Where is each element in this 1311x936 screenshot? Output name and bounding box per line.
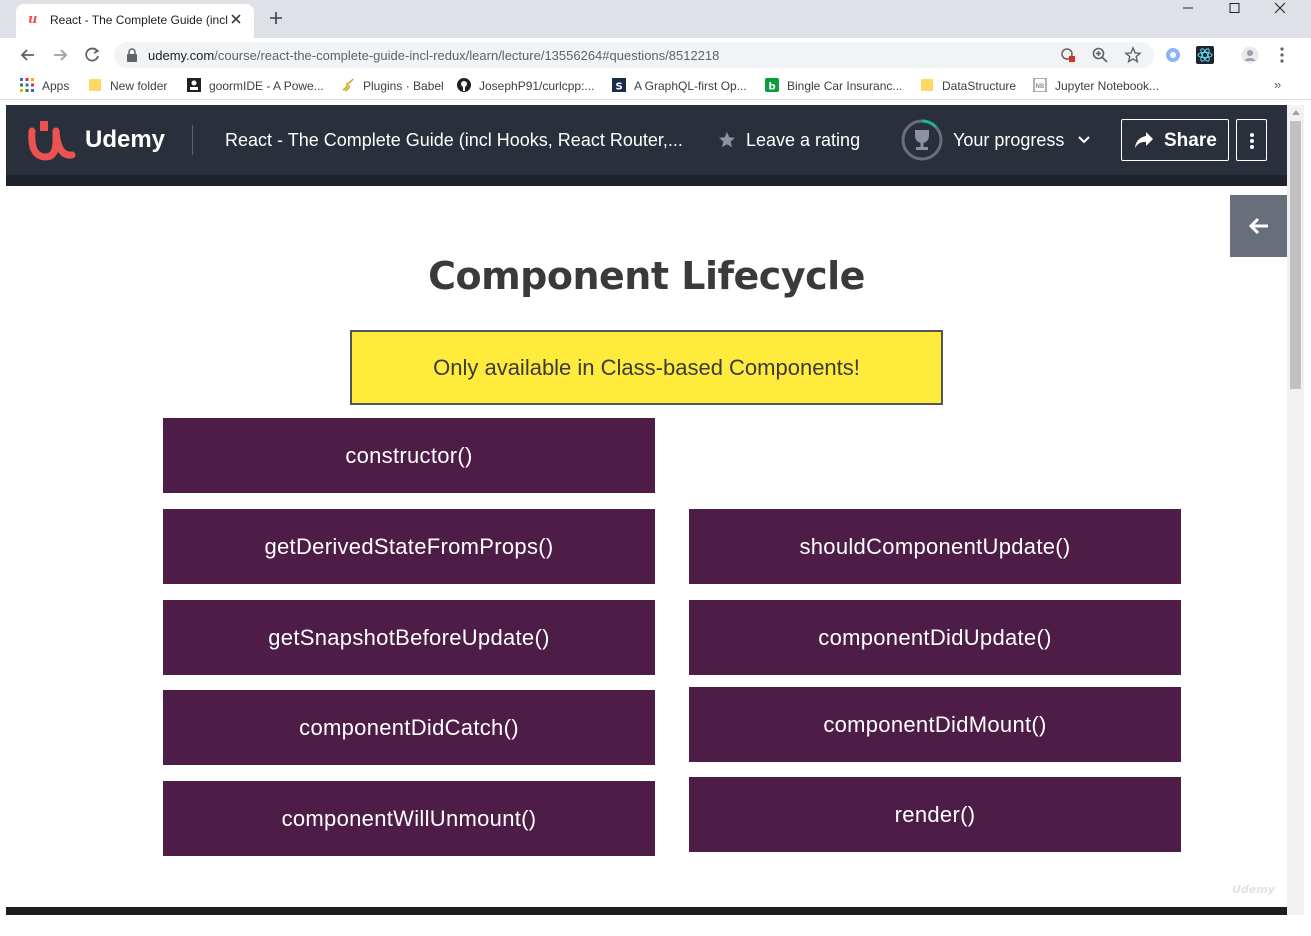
bookmark-jupyter[interactable]: NB Jupyter Notebook... <box>1033 78 1159 96</box>
udemy-header: Udemy React - The Complete Guide (incl H… <box>6 105 1287 175</box>
bookmark-star-icon[interactable] <box>1124 46 1142 64</box>
bookmark-label: Apps <box>42 79 70 93</box>
sidebar-toggle-button[interactable] <box>1230 195 1288 257</box>
arrow-left-icon <box>1248 217 1268 235</box>
close-window-icon[interactable] <box>1257 0 1303 30</box>
bookmark-label: Plugins · Babel <box>363 79 444 93</box>
trophy-progress-icon[interactable] <box>900 118 944 162</box>
bookmarks-bar: Apps New folder goormIDE - A Powe... Plu… <box>0 72 1311 100</box>
bookmark-label: Jupyter Notebook... <box>1055 79 1160 93</box>
udemy-logo-icon[interactable] <box>26 117 80 163</box>
bookmark-babel[interactable]: Plugins · Babel <box>341 78 444 96</box>
profile-avatar-icon[interactable] <box>1241 46 1259 64</box>
svg-text:NB: NB <box>1036 83 1045 90</box>
browser-toolbar: udemy.com/course/react-the-complete-guid… <box>0 38 1311 72</box>
udemy-favicon-icon: u <box>28 12 38 27</box>
lifecycle-method-box: componentDidUpdate() <box>689 600 1181 675</box>
bookmark-label: New folder <box>110 79 168 93</box>
extension-icon[interactable] <box>1164 46 1182 64</box>
bookmark-github[interactable]: JosephP91/curlcpp:... <box>457 78 594 96</box>
share-button[interactable]: Share <box>1121 119 1229 161</box>
bookmark-goormide[interactable]: goormIDE - A Powe... <box>187 78 324 96</box>
url-text: udemy.com/course/react-the-complete-guid… <box>148 48 719 63</box>
bookmarks-overflow-icon[interactable]: » <box>1274 77 1281 92</box>
udemy-watermark: Udemy <box>1232 883 1275 896</box>
header-bottom-strip <box>6 175 1287 186</box>
goorm-icon <box>187 78 201 92</box>
bookmark-new-folder[interactable]: New folder <box>88 78 167 96</box>
class-only-callout: Only available in Class-based Components… <box>350 330 943 405</box>
kebab-menu-icon <box>1250 133 1254 149</box>
close-tab-icon[interactable] <box>228 11 244 27</box>
prisma-icon: S <box>612 78 626 92</box>
zoom-icon[interactable] <box>1091 46 1109 64</box>
lifecycle-method-box: componentDidCatch() <box>163 690 655 765</box>
leave-rating-button[interactable]: Leave a rating <box>746 130 860 151</box>
babel-icon <box>342 78 354 92</box>
blocked-popup-icon[interactable] <box>1059 46 1077 64</box>
svg-text:b: b <box>769 82 776 93</box>
lecture-slide[interactable]: Component Lifecycle Only available in Cl… <box>6 186 1288 907</box>
folder-icon <box>921 79 933 91</box>
url-host: udemy.com <box>148 48 215 63</box>
lifecycle-method-box: shouldComponentUpdate() <box>689 509 1181 584</box>
apps-grid-icon <box>20 78 34 92</box>
course-title[interactable]: React - The Complete Guide (incl Hooks, … <box>225 130 683 151</box>
more-options-button[interactable] <box>1236 119 1267 161</box>
page-scrollbar[interactable] <box>1287 105 1304 915</box>
forward-arrow-icon[interactable] <box>49 44 71 66</box>
lifecycle-method-box: getDerivedStateFromProps() <box>163 509 655 584</box>
browser-tab-active[interactable]: u React - The Complete Guide (incl <box>16 4 254 38</box>
folder-icon <box>89 79 101 91</box>
maximize-window-icon[interactable] <box>1211 0 1257 30</box>
bookmark-bingle[interactable]: b Bingle Car Insuranc... <box>765 78 902 96</box>
udemy-logo-text[interactable]: Udemy <box>85 126 165 154</box>
chrome-menu-icon[interactable] <box>1273 46 1291 64</box>
chevron-down-icon[interactable] <box>1077 133 1091 147</box>
tab-strip: u React - The Complete Guide (incl <box>0 0 1311 38</box>
new-tab-icon[interactable] <box>266 8 286 28</box>
lifecycle-method-box: render() <box>689 777 1181 852</box>
bookmark-label: goormIDE - A Powe... <box>209 79 324 93</box>
url-path: /course/react-the-complete-guide-incl-re… <box>214 48 720 63</box>
bookmark-apps[interactable]: Apps <box>20 78 69 96</box>
github-icon <box>457 78 471 92</box>
star-icon[interactable] <box>718 131 736 149</box>
scrollbar-thumb[interactable] <box>1290 121 1301 389</box>
jupyter-icon: NB <box>1033 78 1047 92</box>
bookmark-label: Bingle Car Insuranc... <box>787 79 903 93</box>
bookmark-datastructure[interactable]: DataStructure <box>920 78 1016 96</box>
bookmark-label: JosephP91/curlcpp:... <box>479 79 595 93</box>
lifecycle-method-box: constructor() <box>163 418 655 493</box>
your-progress-button[interactable]: Your progress <box>953 130 1064 151</box>
share-arrow-icon <box>1135 132 1153 148</box>
bingle-icon: b <box>765 78 779 92</box>
bookmark-graphql[interactable]: S A GraphQL-first Op... <box>612 78 747 96</box>
lifecycle-method-box: getSnapshotBeforeUpdate() <box>163 600 655 675</box>
bookmark-label: A GraphQL-first Op... <box>634 79 747 93</box>
page-footer-gap <box>0 915 1311 936</box>
lock-icon[interactable] <box>126 48 138 62</box>
scroll-up-icon[interactable] <box>1292 110 1300 115</box>
react-devtools-icon[interactable] <box>1196 46 1214 64</box>
share-label: Share <box>1164 130 1217 151</box>
tab-title: React - The Complete Guide (incl <box>50 13 228 27</box>
minimize-window-icon[interactable] <box>1165 0 1211 30</box>
lifecycle-method-box: componentWillUnmount() <box>163 781 655 856</box>
slide-title: Component Lifecycle <box>428 254 865 298</box>
svg-text:S: S <box>616 82 623 93</box>
bookmark-label: DataStructure <box>942 79 1017 93</box>
address-bar[interactable]: udemy.com/course/react-the-complete-guid… <box>114 42 1154 68</box>
video-controls-bar[interactable] <box>6 907 1287 915</box>
back-arrow-icon[interactable] <box>17 44 39 66</box>
header-divider <box>192 125 193 155</box>
reload-icon[interactable] <box>81 44 103 66</box>
lifecycle-method-box: componentDidMount() <box>689 687 1181 762</box>
